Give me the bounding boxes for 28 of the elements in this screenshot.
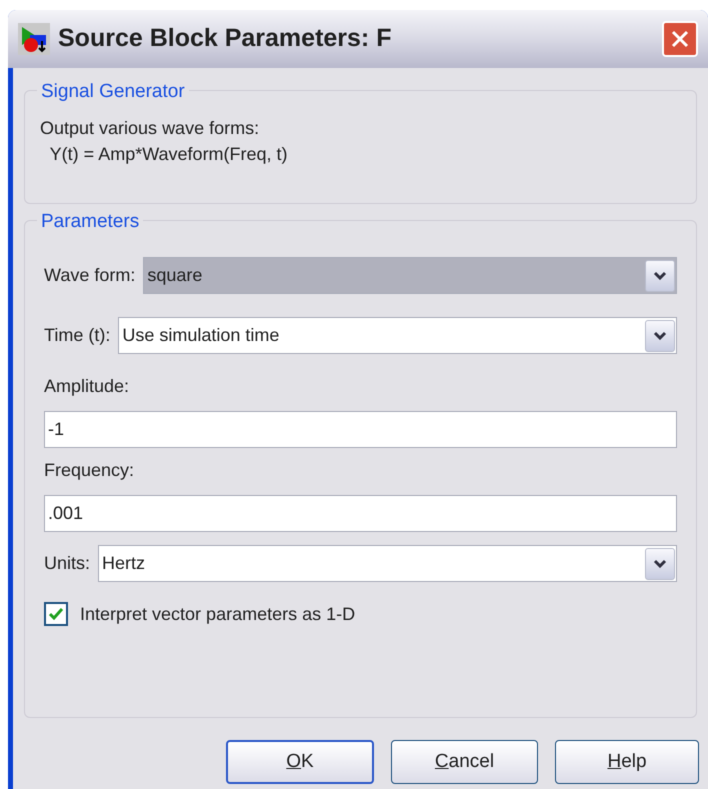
field-label: Units: <box>44 552 90 575</box>
window-title: Source Block Parameters: F <box>58 23 392 54</box>
chevron-down-icon <box>653 330 667 340</box>
checkmark-icon <box>49 608 63 620</box>
field-label: Amplitude: <box>44 375 130 398</box>
input-field[interactable]: -1 <box>44 411 677 448</box>
block-diagram-icon <box>18 23 50 55</box>
input-field[interactable]: .001 <box>44 495 677 532</box>
checkbox[interactable] <box>44 602 68 626</box>
dropdown-button[interactable] <box>645 548 675 580</box>
field-label: Wave form: <box>44 264 136 287</box>
description-text: Output various wave forms: <box>40 117 260 140</box>
close-button[interactable] <box>662 21 698 57</box>
chevron-down-icon <box>653 270 667 280</box>
field-label: Time (t): <box>44 324 110 347</box>
chevron-down-icon <box>653 558 667 568</box>
dialog-button[interactable]: Help <box>555 740 699 784</box>
dropdown-field[interactable]: Use simulation time <box>118 317 677 354</box>
dropdown-button[interactable] <box>645 320 675 352</box>
description-text: Y(t) = Amp*Waveform(Freq, t) <box>48 143 289 166</box>
close-icon <box>670 29 690 49</box>
field-label: Frequency: <box>44 459 136 482</box>
checkbox-label: Interpret vector parameters as 1-D <box>80 602 356 626</box>
dropdown-field[interactable]: square <box>143 257 677 294</box>
dialog-button[interactable]: Cancel <box>391 740 538 784</box>
dropdown-field[interactable]: Hertz <box>98 545 677 582</box>
dropdown-button[interactable] <box>645 260 675 292</box>
dialog-button[interactable]: OK <box>226 740 374 784</box>
